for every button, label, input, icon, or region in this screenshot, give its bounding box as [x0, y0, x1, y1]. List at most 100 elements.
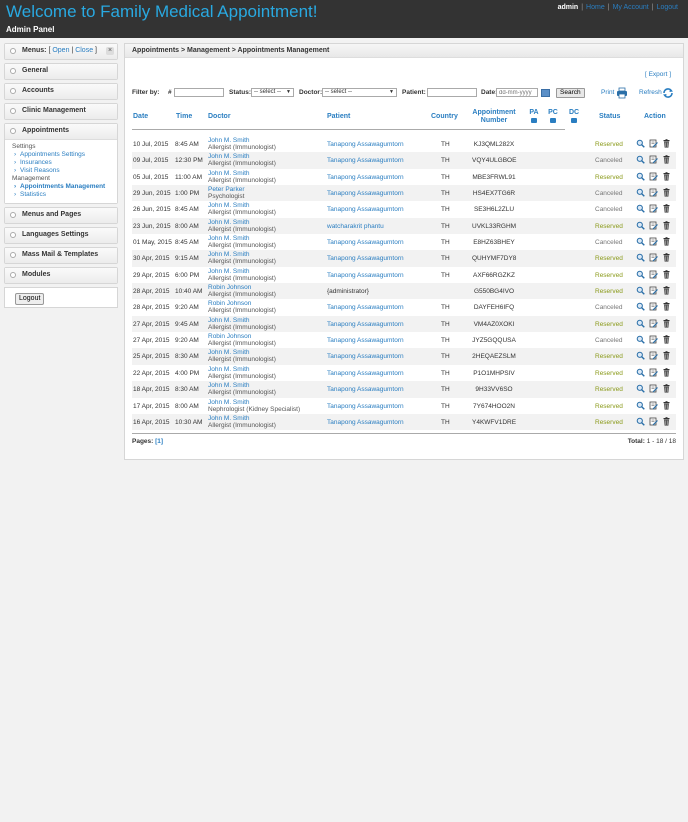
col-pc[interactable]: PC — [547, 109, 559, 123]
refresh-link[interactable]: Refresh — [639, 89, 662, 96]
doctor-link[interactable]: John M. Smith — [208, 202, 250, 209]
sidebar-item-appointments-management[interactable]: Appointments Management — [12, 183, 112, 191]
print-icon[interactable] — [616, 87, 628, 99]
status-select[interactable]: -- select -- — [251, 88, 294, 97]
sidebar-section-clinic-management[interactable]: Clinic Management — [4, 103, 118, 120]
edit-icon[interactable] — [649, 204, 658, 213]
edit-icon[interactable] — [649, 286, 658, 295]
patient-link[interactable]: Tanapong Assawagumtorn — [327, 419, 404, 426]
patient-link[interactable]: Tanapong Assawagumtorn — [327, 403, 404, 410]
edit-icon[interactable] — [649, 188, 658, 197]
patient-input[interactable] — [427, 88, 477, 97]
view-icon[interactable] — [636, 401, 645, 410]
patient-link[interactable]: Tanapong Assawagumtorn — [327, 272, 404, 279]
export-link[interactable]: [ Export ] — [645, 71, 671, 78]
edit-icon[interactable] — [649, 368, 658, 377]
delete-icon[interactable] — [662, 237, 671, 246]
close-icon[interactable]: × — [106, 47, 114, 55]
edit-icon[interactable] — [649, 221, 658, 230]
logout-button[interactable]: Logout — [15, 293, 45, 305]
patient-link[interactable]: watcharakrit phantu — [327, 223, 384, 230]
col-dc[interactable]: DC — [568, 109, 580, 123]
patient-link[interactable]: Tanapong Assawagumtorn — [327, 255, 404, 262]
doctor-link[interactable]: Robin Johnson — [208, 333, 251, 340]
view-icon[interactable] — [636, 270, 645, 279]
doctor-link[interactable]: Robin Johnson — [208, 300, 251, 307]
doctor-link[interactable]: John M. Smith — [208, 317, 250, 324]
doctor-link[interactable]: John M. Smith — [208, 235, 250, 242]
doctor-select[interactable]: -- select -- — [322, 88, 397, 97]
doctor-link[interactable]: John M. Smith — [208, 268, 250, 275]
logout-link[interactable]: Logout — [657, 4, 678, 11]
calendar-icon[interactable] — [541, 89, 550, 97]
edit-icon[interactable] — [649, 270, 658, 279]
delete-icon[interactable] — [662, 220, 671, 230]
doctor-link[interactable]: John M. Smith — [208, 137, 250, 144]
doctor-link[interactable]: John M. Smith — [208, 170, 250, 177]
doctor-link[interactable]: John M. Smith — [208, 382, 250, 389]
delete-icon[interactable] — [662, 286, 671, 295]
delete-icon[interactable] — [662, 204, 671, 213]
view-icon[interactable] — [636, 172, 645, 181]
view-icon[interactable] — [636, 384, 645, 393]
view-icon[interactable] — [636, 319, 645, 328]
col-pa[interactable]: PA — [528, 109, 540, 123]
edit-icon[interactable] — [649, 302, 658, 311]
doctor-link[interactable]: John M. Smith — [208, 366, 250, 373]
sidebar-section-modules[interactable]: Modules — [4, 267, 118, 284]
open-menus-link[interactable]: Open — [52, 47, 69, 54]
patient-link[interactable]: Tanapong Assawagumtorn — [327, 157, 404, 164]
doctor-link[interactable]: John M. Smith — [208, 153, 250, 160]
delete-icon[interactable] — [662, 384, 671, 393]
col-country[interactable]: Country — [431, 113, 458, 121]
edit-icon[interactable] — [649, 253, 658, 262]
view-icon[interactable] — [636, 188, 645, 197]
date-input[interactable] — [496, 88, 538, 97]
patient-link[interactable]: Tanapong Assawagumtorn — [327, 304, 404, 311]
close-menus-link[interactable]: Close — [75, 47, 93, 54]
home-link[interactable]: Home — [586, 4, 605, 11]
delete-icon[interactable] — [662, 253, 671, 263]
edit-icon[interactable] — [649, 417, 658, 426]
sidebar-item-insurances[interactable]: Insurances — [12, 159, 112, 167]
view-icon[interactable] — [636, 351, 645, 361]
delete-icon[interactable] — [662, 171, 671, 181]
patient-link[interactable]: Tanapong Assawagumtorn — [327, 174, 404, 181]
view-icon[interactable] — [636, 253, 645, 263]
doctor-link[interactable]: Robin Johnson — [208, 284, 251, 291]
view-icon[interactable] — [636, 286, 645, 295]
doctor-link[interactable]: John M. Smith — [208, 349, 250, 356]
sidebar-item-statistics[interactable]: Statistics — [12, 191, 112, 199]
edit-icon[interactable] — [649, 335, 658, 344]
col-time[interactable]: Time — [176, 113, 192, 121]
patient-link[interactable]: Tanapong Assawagumtorn — [327, 370, 404, 377]
print-link[interactable]: Print — [601, 89, 614, 96]
edit-icon[interactable] — [649, 351, 658, 360]
delete-icon[interactable] — [662, 351, 671, 361]
col-patient[interactable]: Patient — [327, 113, 350, 121]
sidebar-section-mass-mail[interactable]: Mass Mail & Templates — [4, 247, 118, 264]
refresh-icon[interactable] — [662, 87, 674, 99]
delete-icon[interactable] — [662, 318, 671, 328]
number-input[interactable] — [174, 88, 224, 97]
doctor-link[interactable]: John M. Smith — [208, 399, 250, 406]
view-icon[interactable] — [636, 368, 645, 377]
delete-icon[interactable] — [662, 139, 671, 148]
col-date[interactable]: Date — [133, 113, 148, 121]
edit-icon[interactable] — [649, 139, 658, 148]
edit-icon[interactable] — [649, 401, 658, 410]
view-icon[interactable] — [636, 237, 645, 246]
view-icon[interactable] — [636, 204, 645, 214]
sidebar-section-languages-settings[interactable]: Languages Settings — [4, 227, 118, 244]
edit-icon[interactable] — [649, 172, 658, 181]
sidebar-item-visit-reasons[interactable]: Visit Reasons — [12, 167, 112, 175]
col-appointment-number[interactable]: Appointment Number — [468, 109, 520, 125]
search-button[interactable]: Search — [556, 88, 585, 98]
doctor-link[interactable]: Peter Parker — [208, 186, 245, 193]
doctor-link[interactable]: John M. Smith — [208, 415, 250, 422]
sidebar-section-accounts[interactable]: Accounts — [4, 83, 118, 100]
patient-link[interactable]: Tanapong Assawagumtorn — [327, 141, 404, 148]
doctor-link[interactable]: John M. Smith — [208, 219, 250, 226]
sidebar-section-menus-and-pages[interactable]: Menus and Pages — [4, 207, 118, 224]
delete-icon[interactable] — [662, 335, 671, 344]
